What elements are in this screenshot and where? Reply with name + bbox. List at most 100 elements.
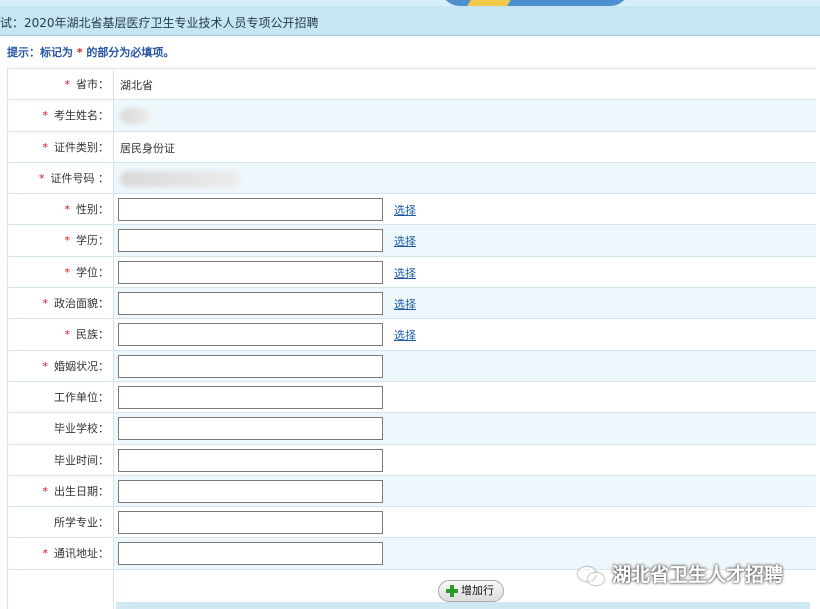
hint-star: *: [73, 46, 87, 59]
field-label-major: 所学专业：: [8, 507, 114, 538]
choose-link-gender[interactable]: 选择: [394, 202, 416, 218]
redacted-value-name: [120, 108, 150, 125]
field-value-cell: [114, 413, 816, 444]
field-value-cell: [114, 507, 816, 538]
hint-suffix: 的部分为必填项。: [86, 46, 175, 59]
field-value-cell: 选择: [114, 288, 816, 319]
field-label-ethnicity: * 民族：: [8, 319, 114, 350]
field-label-text: 毕业时间：: [54, 453, 109, 467]
field-label-text: 婚姻状况：: [54, 359, 109, 373]
field-label-text: 出生日期：: [54, 484, 109, 498]
field-label-text: 考生姓名：: [54, 109, 109, 123]
add-row-button-label: 增加行: [461, 583, 494, 597]
wechat-icon: [578, 565, 608, 587]
field-label-text: 性别：: [76, 203, 109, 217]
degree-input[interactable]: [118, 260, 383, 284]
choose-link-education[interactable]: 选择: [394, 233, 416, 249]
field-value-cell: [114, 350, 816, 381]
registration-form: * 省市： 湖北省 * 考生姓名： * 证件类别： 居民身份证 * 证件号码 ： * 性别： 选择 * 学历…: [7, 68, 816, 609]
field-label-name: * 考生姓名：: [8, 100, 114, 131]
address-input[interactable]: [118, 542, 383, 566]
form-row-political-status: * 政治面貌： 选择: [7, 288, 816, 320]
choose-link-degree[interactable]: 选择: [394, 265, 416, 281]
field-label-text: 省市：: [76, 78, 109, 91]
form-row-id-type: * 证件类别： 居民身份证: [7, 131, 816, 163]
ethnicity-input[interactable]: [118, 323, 383, 347]
field-label-id-type: * 证件类别：: [8, 131, 114, 162]
form-row-graduation-time: 毕业时间：: [7, 444, 816, 476]
field-label-text: 证件类别：: [54, 140, 109, 154]
field-value-cell: 湖北省: [114, 69, 816, 100]
required-star: *: [39, 171, 45, 185]
form-row-province: * 省市： 湖北省: [7, 69, 816, 101]
field-value-cell: 选择: [114, 256, 816, 288]
required-star: *: [42, 109, 49, 123]
gender-input[interactable]: [118, 198, 383, 222]
field-label-text: 工作单位：: [54, 390, 109, 404]
field-value-cell: 选择: [114, 194, 816, 225]
required-star: *: [64, 203, 71, 217]
form-row-ethnicity: * 民族： 选择: [7, 319, 816, 351]
marital-status-input[interactable]: [118, 354, 383, 378]
graduation-time-input[interactable]: [118, 448, 383, 472]
field-label-text: 所学专业：: [54, 516, 109, 530]
field-label-work-unit: 工作单位：: [8, 381, 114, 413]
field-value-cell: 选择: [114, 225, 816, 256]
field-value-cell: [114, 381, 816, 413]
bottom-strip: [116, 602, 810, 609]
add-row-button[interactable]: 增加行: [438, 579, 504, 602]
required-star: *: [64, 78, 71, 91]
required-star: *: [64, 234, 71, 248]
birth-date-input[interactable]: [118, 479, 383, 503]
watermark: 湖北省卫生人才招聘: [578, 560, 783, 587]
field-label-graduation-time: 毕业时间：: [8, 444, 114, 475]
political-status-input[interactable]: [118, 292, 383, 316]
form-row-major: 所学专业：: [7, 507, 816, 539]
watermark-text: 湖北省卫生人才招聘: [612, 564, 784, 586]
required-star: *: [64, 265, 71, 279]
form-row-work-unit: 工作单位：: [7, 381, 816, 414]
form-row-gender: * 性别： 选择: [7, 194, 816, 226]
form-row-id-number: * 证件号码 ：: [7, 162, 816, 195]
hint-prefix: 提示：标记为: [7, 46, 73, 59]
field-label-text: 政治面貌：: [54, 297, 109, 311]
form-row-birth-date: * 出生日期：: [7, 475, 816, 508]
form-row-name: * 考生姓名：: [7, 100, 816, 132]
field-label-marital-status: * 婚姻状况：: [8, 350, 114, 381]
field-value-cell: 选择: [114, 319, 816, 350]
field-value-cell: [114, 475, 816, 507]
required-star: *: [42, 297, 49, 311]
required-star: *: [64, 328, 71, 342]
title-bar: 试：2020年湖北省基层医疗卫生专业技术人员专项公开招聘: [0, 6, 820, 36]
redacted-value-id-number: [120, 170, 240, 187]
form-row-education: * 学历： 选择: [7, 225, 816, 257]
required-star: *: [42, 140, 49, 154]
major-input[interactable]: [118, 511, 383, 535]
field-label-gender: * 性别：: [8, 194, 114, 225]
field-label-degree: * 学位：: [8, 256, 114, 288]
field-value-province: 湖北省: [120, 79, 153, 92]
page-title: 试：2020年湖北省基层医疗卫生专业技术人员专项公开招聘: [0, 16, 319, 30]
field-label-id-number: * 证件号码 ：: [8, 162, 114, 194]
field-value-cell: 居民身份证: [114, 131, 816, 162]
form-row-graduate-school: 毕业学校：: [7, 413, 816, 445]
form-row-degree: * 学位： 选择: [7, 256, 816, 289]
graduate-school-input[interactable]: [118, 417, 383, 441]
field-label-text: 民族：: [76, 328, 109, 342]
education-input[interactable]: [118, 229, 383, 253]
required-star: *: [42, 359, 49, 373]
plus-icon: [446, 584, 458, 597]
field-label-political-status: * 政治面貌：: [8, 288, 114, 319]
choose-link-ethnicity[interactable]: 选择: [394, 327, 416, 343]
field-label-graduate-school: 毕业学校：: [8, 413, 114, 444]
field-label-education: * 学历：: [8, 225, 114, 256]
field-label-text: 通讯地址：: [54, 547, 109, 561]
field-value-cell: [114, 444, 816, 475]
required-hint: 提示：标记为 * 的部分为必填项。: [7, 44, 174, 60]
choose-link-political-status[interactable]: 选择: [394, 296, 416, 312]
field-value-cell: [114, 162, 816, 194]
work-unit-input[interactable]: [118, 385, 383, 409]
field-label-text: 学历：: [76, 234, 109, 248]
field-value-id-type: 居民身份证: [120, 141, 175, 155]
field-label-address: * 通讯地址：: [8, 538, 114, 569]
